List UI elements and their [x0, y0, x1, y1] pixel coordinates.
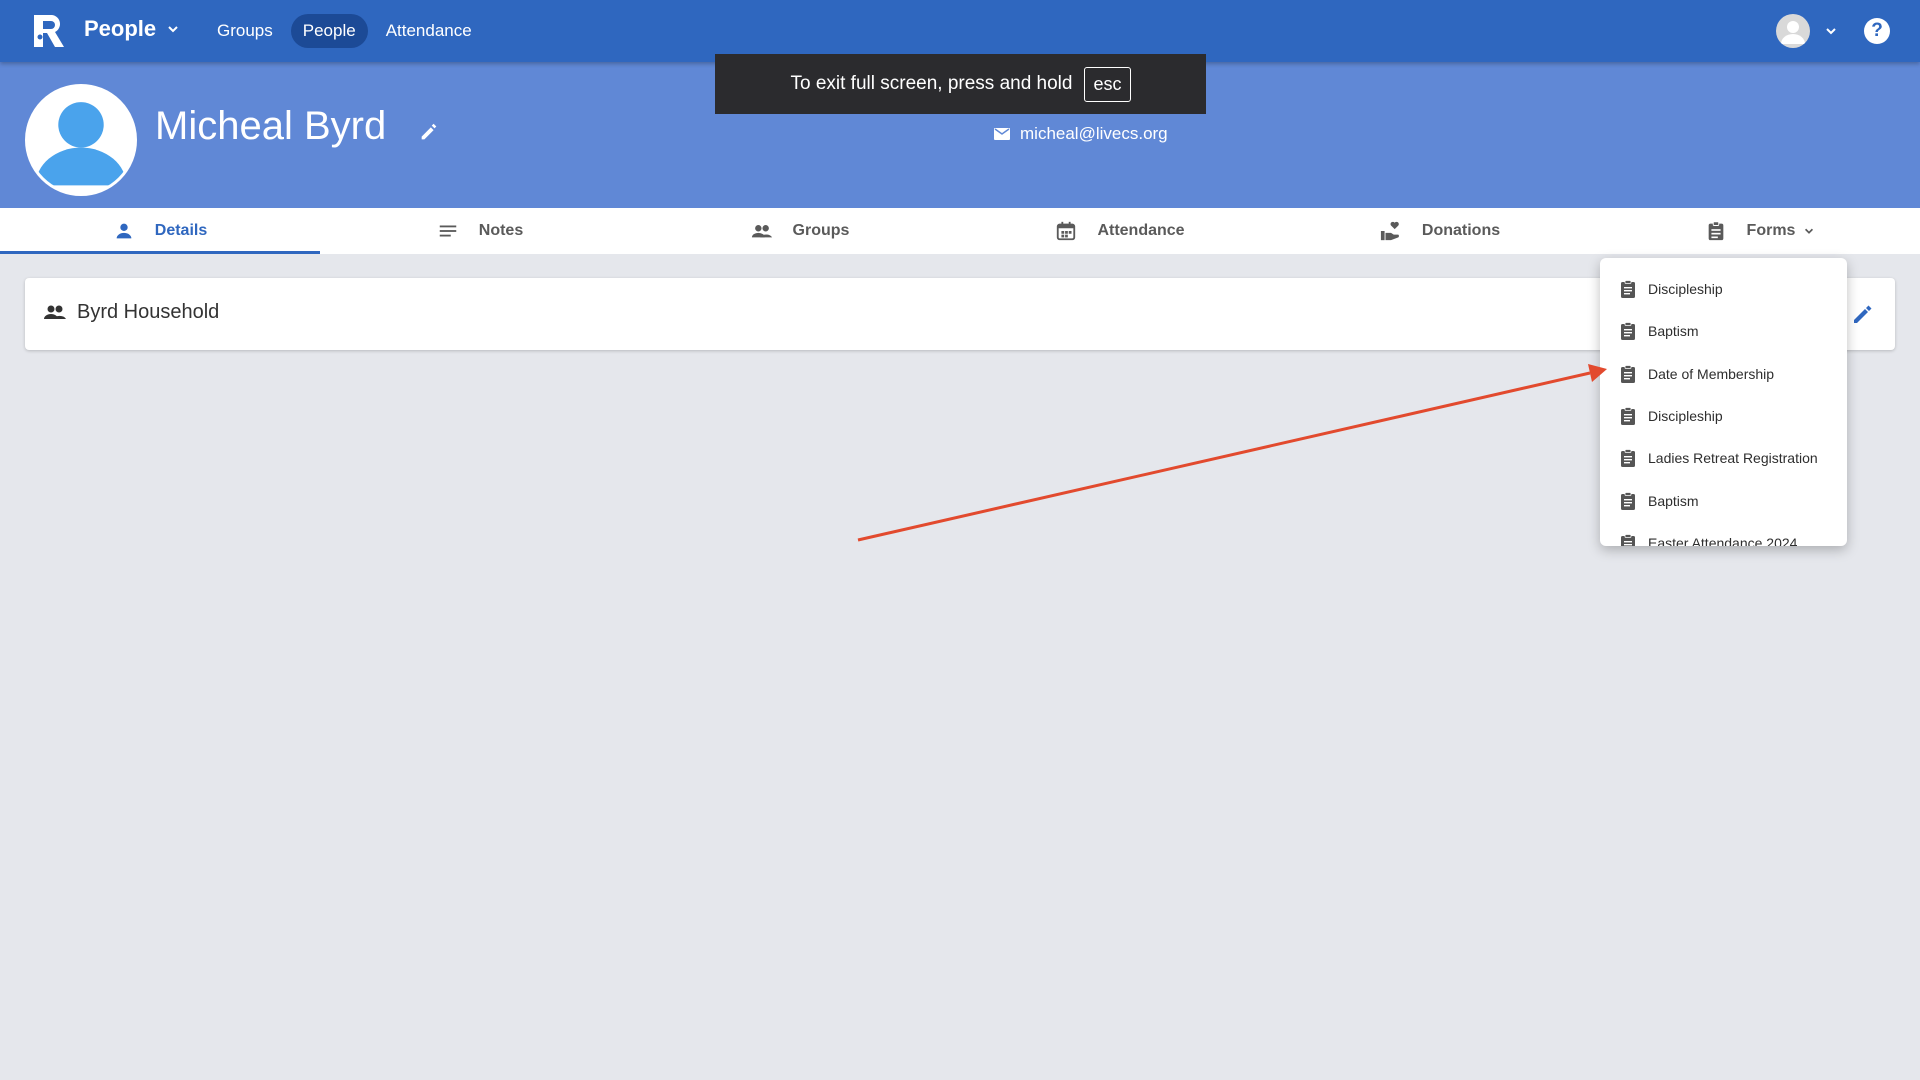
household-title-row: Byrd Household — [43, 300, 219, 324]
tab-attendance[interactable]: Attendance — [960, 208, 1280, 254]
form-menu-label: Discipleship — [1648, 408, 1723, 425]
tab-label: Groups — [792, 222, 850, 239]
forms-dropdown-menu: Discipleship Baptism Date of Membership … — [1600, 258, 1847, 546]
tab-label: Forms — [1746, 222, 1796, 239]
top-nav: Groups People Attendance — [205, 14, 484, 48]
form-menu-label: Baptism — [1648, 492, 1699, 509]
groups-icon — [751, 225, 772, 238]
form-menu-label: Discipleship — [1648, 281, 1723, 298]
app-logo-icon[interactable] — [30, 11, 70, 51]
tab-label: Details — [154, 222, 208, 239]
household-title: Byrd Household — [77, 300, 220, 323]
clipboard-icon — [1621, 491, 1635, 510]
form-menu-label: Baptism — [1648, 323, 1699, 340]
fullscreen-toast-text: To exit full screen, press and hold — [790, 73, 1073, 94]
tab-notes[interactable]: Notes — [320, 208, 640, 254]
help-icon[interactable]: ? — [1864, 18, 1890, 44]
tab-details[interactable]: Details — [0, 208, 320, 254]
tab-donations[interactable]: Donations — [1280, 208, 1600, 254]
user-menu-chevron-icon[interactable] — [1824, 24, 1838, 38]
user-silhouette-icon — [1781, 21, 1805, 44]
chevron-down-icon — [168, 26, 178, 33]
form-menu-label: Date of Membership — [1648, 365, 1775, 382]
nav-attendance[interactable]: Attendance — [374, 14, 484, 48]
tab-forms[interactable]: Forms — [1600, 208, 1920, 254]
email-text: micheal@livecs.org — [1020, 124, 1168, 143]
mail-icon — [994, 128, 1010, 140]
nav-groups[interactable]: Groups — [205, 14, 285, 48]
nav-people[interactable]: People — [290, 14, 368, 48]
clipboard-icon — [1621, 407, 1635, 426]
edit-household-icon[interactable] — [1851, 302, 1875, 326]
form-menu-item[interactable]: Baptism — [1600, 310, 1847, 352]
form-menu-item[interactable]: Discipleship — [1600, 395, 1847, 437]
form-menu-item[interactable]: Discipleship — [1600, 268, 1847, 310]
appbar-actions: ? — [1776, 14, 1890, 48]
person-avatar-icon — [28, 87, 134, 193]
user-avatar[interactable] — [1776, 14, 1810, 48]
calendar-icon — [1057, 221, 1076, 241]
clipboard-icon — [1621, 449, 1635, 468]
form-menu-label: Easter Attendance 2024 — [1648, 534, 1798, 546]
clipboard-icon — [1621, 534, 1635, 546]
edit-pencil-icon[interactable] — [418, 121, 440, 143]
app-title: People — [84, 16, 157, 41]
form-menu-item[interactable]: Easter Attendance 2024 — [1600, 522, 1847, 546]
form-menu-item[interactable]: Baptism — [1600, 479, 1847, 521]
clipboard-icon — [1621, 322, 1635, 341]
tab-label: Donations — [1421, 222, 1501, 239]
esc-key-hint: esc — [1084, 66, 1131, 102]
form-menu-item[interactable]: Date of Membership — [1600, 353, 1847, 395]
household-icon — [44, 305, 66, 319]
profile-name: Micheal Byrd — [155, 104, 387, 148]
profile-tabs: Details Notes Groups Attendance Donation… — [0, 208, 1920, 254]
app-switcher[interactable]: People — [84, 16, 180, 42]
top-app-bar: People Groups People Attendance ? — [0, 0, 1920, 62]
fullscreen-exit-toast: To exit full screen, press and hold esc — [715, 54, 1206, 114]
form-menu-label: Ladies Retreat Registration — [1648, 450, 1818, 467]
tab-label: Notes — [478, 222, 524, 239]
form-menu-item[interactable]: Ladies Retreat Registration — [1600, 437, 1847, 479]
person-icon — [116, 223, 132, 239]
tab-groups[interactable]: Groups — [640, 208, 960, 254]
clipboard-icon — [1621, 280, 1635, 299]
email-link[interactable]: micheal@livecs.org — [994, 124, 1168, 144]
tab-label: Attendance — [1097, 222, 1185, 239]
chevron-down-icon — [1805, 228, 1814, 234]
profile-avatar[interactable] — [25, 84, 137, 196]
clipboard-icon — [1621, 364, 1635, 383]
donation-icon — [1380, 221, 1399, 241]
clipboard-icon — [1708, 221, 1723, 241]
notes-icon — [439, 225, 457, 237]
